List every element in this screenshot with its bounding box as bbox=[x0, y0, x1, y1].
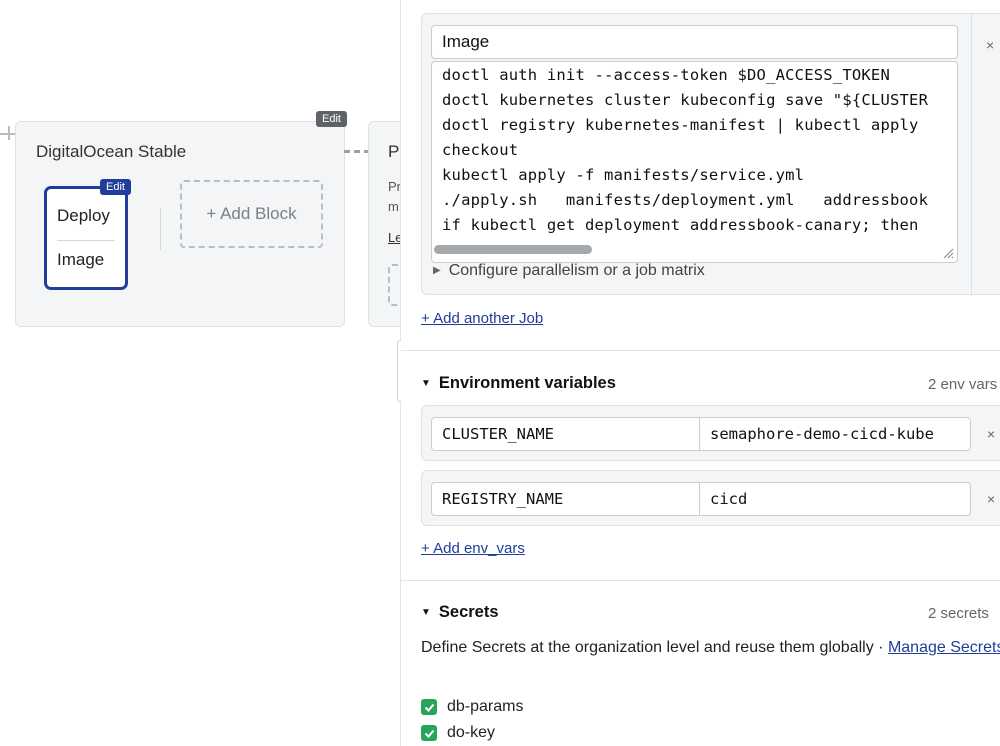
secrets-description: Define Secrets at the organization level… bbox=[421, 634, 1000, 662]
secret-name: do-key bbox=[447, 724, 496, 741]
divider bbox=[57, 240, 115, 241]
secret-item[interactable]: db-params bbox=[421, 698, 523, 716]
env-var-row: REGISTRY_NAME cicd × bbox=[421, 470, 1000, 526]
job-card: Image doctl auth init --access-token $DO… bbox=[421, 13, 1000, 296]
parallelism-toggle[interactable]: ▶ Configure parallelism or a job matrix bbox=[433, 262, 705, 280]
caret-down-icon: ▼ bbox=[421, 607, 431, 618]
manage-secrets-link[interactable]: Manage Secrets bbox=[888, 639, 1000, 656]
caret-right-icon: ▶ bbox=[433, 265, 441, 276]
job-commands-textarea[interactable]: doctl auth init --access-token $DO_ACCES… bbox=[431, 61, 958, 263]
stage-next[interactable]: P Pr m Le bbox=[368, 121, 400, 327]
command-line: ./apply.sh manifests/deployment.yml addr… bbox=[442, 191, 929, 209]
stage-description: Pr m bbox=[388, 177, 400, 217]
env-var-name-input[interactable]: REGISTRY_NAME bbox=[431, 482, 700, 516]
command-line: checkout bbox=[442, 141, 519, 159]
block-editor-panel: Image doctl auth init --access-token $DO… bbox=[401, 0, 1000, 746]
env-var-row: CLUSTER_NAME semaphore-demo-cicd-kube × bbox=[421, 405, 1000, 461]
caret-down-icon: ▼ bbox=[421, 378, 431, 389]
connector-line bbox=[344, 150, 370, 153]
block-deploy-image[interactable]: Edit Deploy Image bbox=[44, 179, 131, 290]
stage-learn-link[interactable]: Le bbox=[388, 230, 400, 245]
close-icon[interactable]: × bbox=[987, 426, 995, 442]
env-var-value-input[interactable]: cicd bbox=[699, 482, 971, 516]
env-var-name-input[interactable]: CLUSTER_NAME bbox=[431, 417, 700, 451]
add-block-button[interactable]: + Add Block bbox=[180, 180, 323, 248]
block-name: Deploy bbox=[57, 206, 110, 225]
env-vars-count: 2 env vars bbox=[928, 376, 998, 393]
close-icon[interactable]: × bbox=[986, 37, 994, 53]
divider bbox=[160, 208, 161, 250]
secret-name: db-params bbox=[447, 698, 524, 715]
divider bbox=[401, 580, 1000, 581]
command-line: if kubectl get deployment addressbook-ca… bbox=[442, 216, 919, 234]
stage-description-line: Pr bbox=[388, 179, 400, 194]
secrets-header[interactable]: ▼ Secrets bbox=[421, 603, 499, 622]
close-icon[interactable]: × bbox=[987, 491, 995, 507]
parallelism-label: Configure parallelism or a job matrix bbox=[448, 262, 705, 279]
secrets-description-text: Define Secrets at the organization level… bbox=[421, 639, 888, 656]
block-edit-button[interactable]: Edit bbox=[100, 179, 131, 195]
env-vars-header[interactable]: ▼ Environment variables bbox=[421, 374, 616, 393]
command-line: kubectl apply -f manifests/service.yml bbox=[442, 166, 805, 184]
stage-edit-button[interactable]: Edit bbox=[316, 111, 347, 127]
check-icon bbox=[424, 703, 434, 712]
checkbox[interactable] bbox=[421, 725, 437, 741]
secret-item[interactable]: do-key bbox=[421, 724, 495, 742]
stage-description-line: m bbox=[388, 199, 399, 214]
command-line: doctl auth init --access-token $DO_ACCES… bbox=[442, 66, 890, 84]
secrets-count: 2 secrets bbox=[928, 605, 989, 622]
connector-line bbox=[0, 133, 16, 135]
env-vars-title: Environment variables bbox=[438, 374, 616, 392]
secrets-title: Secrets bbox=[438, 603, 499, 621]
check-icon bbox=[424, 729, 434, 738]
add-env-var-link[interactable]: + Add env_vars bbox=[421, 540, 525, 557]
job-name-input[interactable]: Image bbox=[431, 25, 958, 59]
add-job-link[interactable]: + Add another Job bbox=[421, 310, 543, 327]
workflow-canvas: DigitalOcean Stable Edit Edit Deploy Ima… bbox=[0, 0, 400, 746]
command-line: doctl registry kubernetes-manifest | kub… bbox=[442, 116, 919, 134]
job-name: Image bbox=[57, 250, 105, 269]
add-block-button[interactable] bbox=[388, 264, 400, 306]
command-line: doctl kubernetes cluster kubeconfig save… bbox=[442, 91, 929, 109]
checkbox[interactable] bbox=[421, 699, 437, 715]
stage-title: P bbox=[388, 142, 400, 161]
divider bbox=[401, 350, 1000, 351]
resize-grip-icon[interactable] bbox=[942, 247, 954, 259]
job-close-area: × bbox=[971, 14, 1000, 296]
stage-title: DigitalOcean Stable bbox=[36, 142, 187, 161]
horizontal-scrollbar[interactable] bbox=[434, 245, 592, 254]
env-var-value-input[interactable]: semaphore-demo-cicd-kube bbox=[699, 417, 971, 451]
